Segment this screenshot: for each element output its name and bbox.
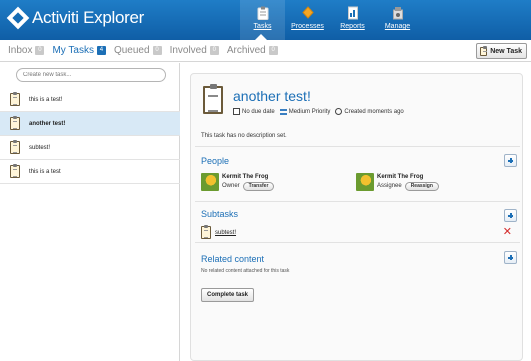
new-task-label: New Task bbox=[490, 47, 522, 55]
tab-queued[interactable]: Queued 0 bbox=[114, 45, 162, 56]
report-icon bbox=[347, 6, 358, 20]
clipboard-icon bbox=[10, 116, 20, 130]
tab-queued-count: 0 bbox=[152, 46, 162, 55]
divider bbox=[195, 201, 520, 202]
clock-icon bbox=[335, 108, 343, 115]
person-name: Kermit The Frog bbox=[222, 173, 269, 180]
new-task-button[interactable]: New Task bbox=[476, 43, 527, 59]
tab-archived[interactable]: Archived 0 bbox=[227, 45, 278, 56]
add-related-content-button[interactable] bbox=[504, 251, 517, 264]
task-list-item[interactable]: another test! bbox=[0, 112, 180, 136]
avatar bbox=[356, 173, 374, 191]
clipboard-icon bbox=[201, 225, 211, 239]
subtask-item: subtest! bbox=[201, 225, 236, 239]
tab-inbox-count: 0 bbox=[35, 46, 45, 55]
tab-queued-label: Queued bbox=[113, 45, 150, 56]
clipboard-icon bbox=[257, 6, 268, 20]
subtask-link[interactable]: subtest! bbox=[215, 230, 236, 236]
person-role: Assignee bbox=[377, 183, 402, 189]
task-tab-bar: Inbox 0 My Tasks 4 Queued 0 Involved 0 A… bbox=[0, 40, 531, 62]
clipboard-icon bbox=[480, 45, 488, 59]
person-role: Owner bbox=[222, 183, 240, 189]
tab-involved[interactable]: Involved 0 bbox=[170, 45, 219, 56]
nav-manage-label: Manage bbox=[384, 23, 411, 30]
tab-my-tasks-label: My Tasks bbox=[52, 45, 94, 56]
tab-my-tasks[interactable]: My Tasks 4 bbox=[52, 45, 106, 56]
tab-involved-count: 0 bbox=[209, 46, 219, 55]
top-header: Activiti Explorer Tasks Processes Report… bbox=[0, 0, 531, 40]
task-name: this is a test bbox=[29, 168, 61, 175]
task-name: another test! bbox=[29, 120, 66, 127]
task-list: this is a test! another test! subtest! t… bbox=[0, 88, 180, 184]
divider bbox=[195, 242, 520, 243]
tab-my-tasks-count: 4 bbox=[96, 46, 106, 55]
related-content-heading: Related content bbox=[201, 254, 265, 264]
activiti-logo-icon bbox=[6, 6, 30, 30]
related-content-note: No related content attached for this tas… bbox=[201, 268, 290, 274]
task-list-panel: this is a test! another test! subtest! t… bbox=[0, 63, 180, 361]
task-list-item[interactable]: this is a test bbox=[0, 160, 180, 184]
process-diamond-icon bbox=[301, 6, 314, 19]
nav-reports-label: Reports bbox=[340, 23, 365, 30]
main-nav: Tasks Processes Reports Manage bbox=[240, 0, 420, 40]
delete-subtask-icon[interactable]: ✕ bbox=[503, 225, 512, 238]
tab-inbox[interactable]: Inbox 0 bbox=[8, 45, 45, 56]
tab-archived-label: Archived bbox=[226, 45, 266, 56]
people-heading: People bbox=[201, 156, 230, 166]
task-detail-panel: another test! No due date Medium Priorit… bbox=[190, 73, 523, 361]
priority[interactable]: Medium Priority bbox=[289, 109, 331, 115]
add-person-button[interactable] bbox=[504, 154, 517, 167]
tab-inbox-label: Inbox bbox=[8, 45, 33, 56]
nav-processes-label: Processes bbox=[291, 23, 324, 30]
tab-involved-label: Involved bbox=[169, 45, 207, 56]
task-list-item[interactable]: subtest! bbox=[0, 136, 180, 160]
app-title: Activiti Explorer bbox=[32, 8, 145, 27]
person-assignee: Kermit The Frog Assignee Reassign bbox=[356, 173, 439, 191]
task-title[interactable]: another test! bbox=[233, 88, 311, 104]
priority-icon bbox=[279, 108, 287, 115]
created-time: Created moments ago bbox=[344, 108, 404, 115]
nav-tasks-label: Tasks bbox=[253, 23, 272, 30]
clipboard-icon bbox=[10, 92, 20, 106]
transfer-button[interactable]: Transfer bbox=[242, 181, 275, 191]
calendar-icon bbox=[233, 108, 240, 115]
avatar bbox=[201, 173, 219, 191]
manage-icon bbox=[392, 7, 403, 20]
subtasks-heading: Subtasks bbox=[201, 209, 239, 219]
nav-manage[interactable]: Manage bbox=[375, 0, 420, 40]
person-owner: Kermit The Frog Owner Transfer bbox=[201, 173, 275, 191]
nav-reports[interactable]: Reports bbox=[330, 0, 375, 40]
app-window: Activiti Explorer Tasks Processes Report… bbox=[0, 0, 531, 361]
task-description[interactable]: This task has no description set. bbox=[201, 133, 287, 139]
task-tabs: Inbox 0 My Tasks 4 Queued 0 Involved 0 A… bbox=[8, 45, 286, 56]
reassign-button[interactable]: Reassign bbox=[404, 181, 439, 191]
create-task-input[interactable] bbox=[16, 68, 166, 82]
person-name: Kermit The Frog bbox=[377, 173, 424, 180]
clipboard-icon bbox=[10, 140, 20, 154]
add-subtask-button[interactable] bbox=[504, 209, 517, 222]
task-clipboard-icon bbox=[203, 84, 223, 114]
complete-task-button[interactable]: Complete task bbox=[201, 288, 255, 302]
clipboard-icon bbox=[10, 164, 20, 178]
tab-archived-count: 0 bbox=[268, 46, 278, 55]
nav-processes[interactable]: Processes bbox=[285, 0, 330, 40]
app-logo[interactable]: Activiti Explorer bbox=[6, 6, 145, 30]
task-name: this is a test! bbox=[29, 96, 63, 103]
task-meta: No due date Medium Priority Created mome… bbox=[233, 108, 404, 115]
divider bbox=[195, 146, 520, 147]
task-list-item[interactable]: this is a test! bbox=[0, 88, 180, 112]
task-name: subtest! bbox=[29, 144, 51, 151]
due-date[interactable]: No due date bbox=[242, 109, 275, 115]
